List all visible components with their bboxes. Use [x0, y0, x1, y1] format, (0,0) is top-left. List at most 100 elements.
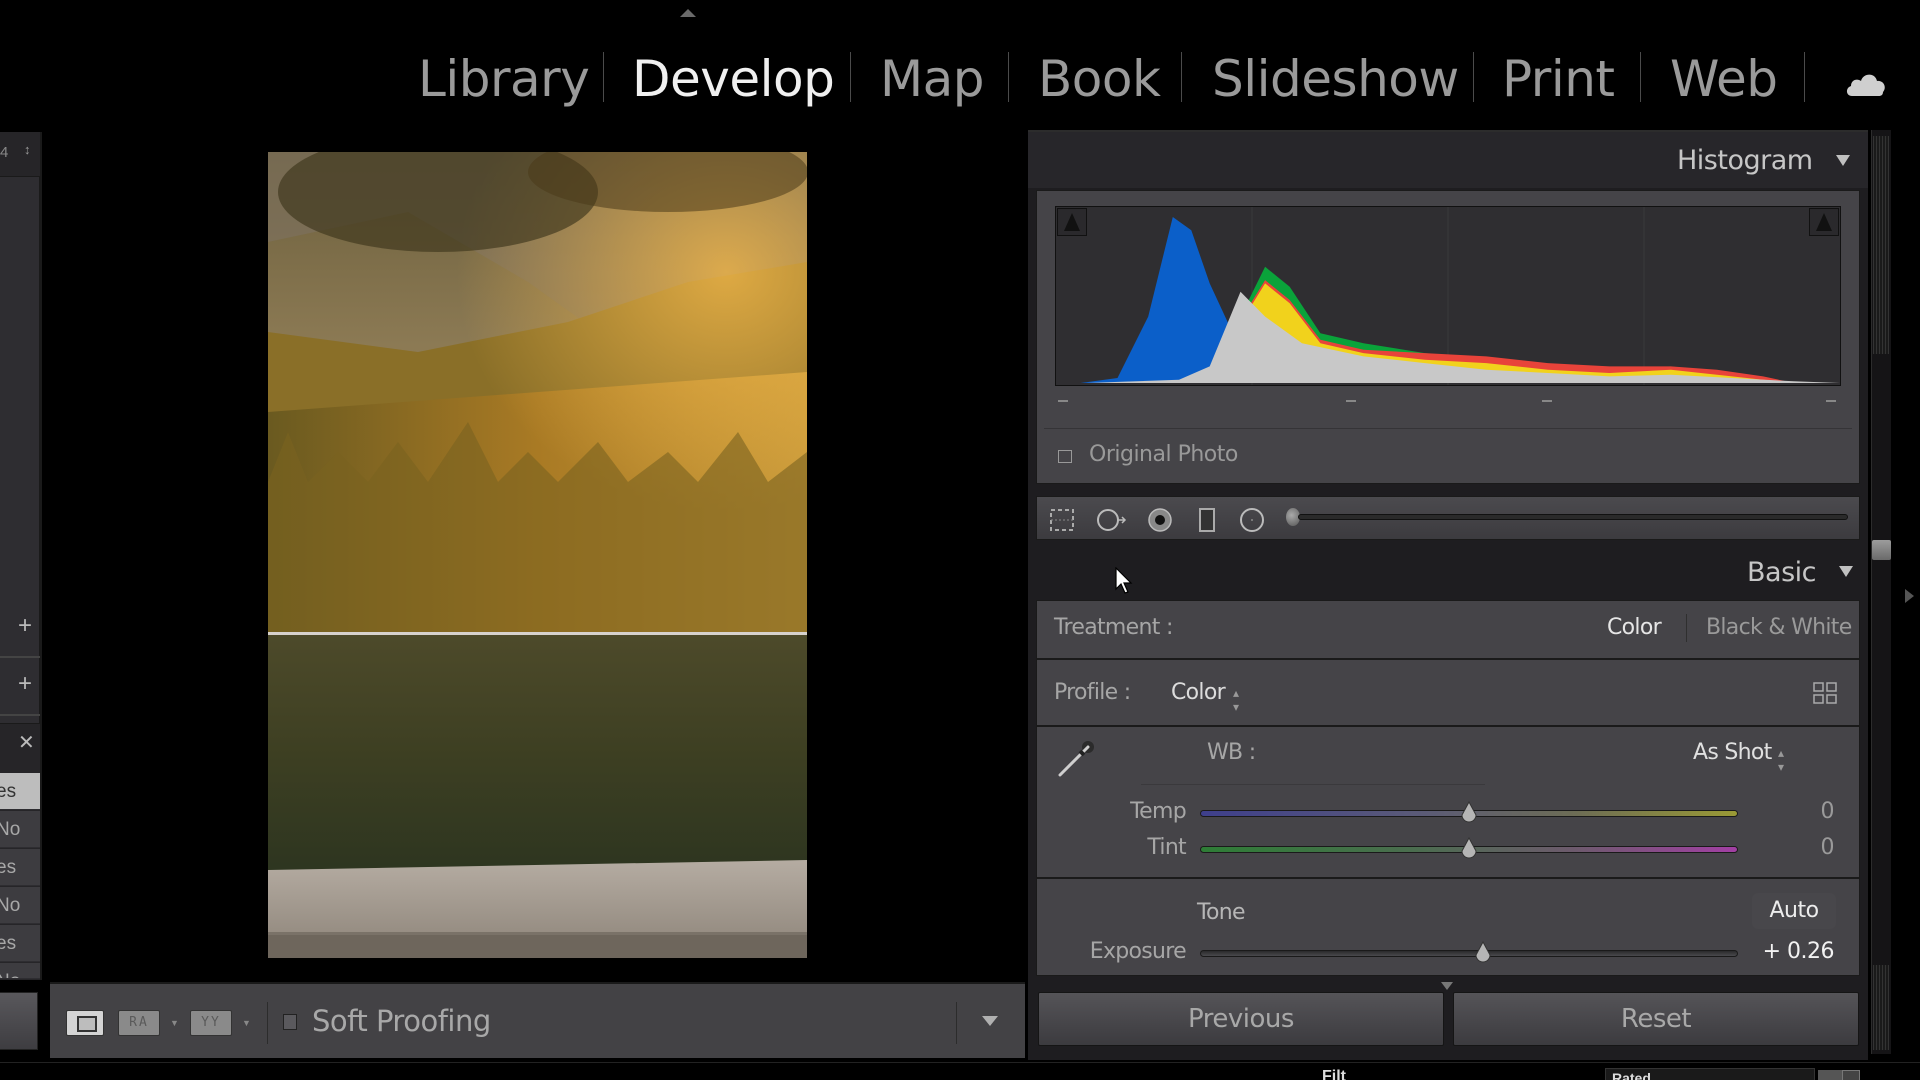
mouse-cursor-icon [1115, 567, 1133, 594]
soft-proofing-checkbox[interactable] [283, 1014, 297, 1030]
temp-value[interactable]: 0 [1714, 799, 1835, 824]
adjustment-brush-slider[interactable] [1298, 514, 1848, 520]
list-item[interactable]: No [0, 963, 40, 979]
left-panel-header-row: 4 ↕ [0, 132, 42, 172]
list-item[interactable]: es [0, 925, 40, 962]
close-icon[interactable]: ✕ [18, 730, 35, 755]
tint-slider-thumb[interactable] [1460, 837, 1478, 861]
filter-select-arrow[interactable] [1818, 1070, 1842, 1080]
exposure-value[interactable]: + 0.26 [1714, 939, 1835, 964]
develop-toolbar: RA ▼ YY ▼ Soft Proofing [50, 982, 1025, 1058]
before-after-swap-button[interactable]: YY [190, 1010, 232, 1036]
spot-removal-icon[interactable] [1095, 507, 1129, 533]
module-separator [1804, 52, 1805, 102]
red-eye-correction-icon[interactable] [1147, 507, 1173, 533]
list-item[interactable]: No [0, 887, 40, 924]
exposure-label: Exposure [1089, 939, 1187, 964]
exposure-slider[interactable] [1200, 950, 1738, 957]
plus-icon[interactable]: + [18, 670, 32, 698]
treatment-bw-option[interactable]: Black & White [1706, 615, 1852, 640]
histogram-tick [1346, 400, 1356, 402]
module-web[interactable]: Web [1670, 46, 1778, 112]
crop-overlay-icon[interactable] [1049, 507, 1075, 533]
exposure-slider-thumb[interactable] [1474, 941, 1492, 965]
up-down-spinner-icon[interactable]: ↕ [24, 142, 31, 157]
list-item[interactable]: es [0, 773, 40, 810]
highlight-clipping-toggle[interactable] [1809, 208, 1839, 236]
treatment-color-option[interactable]: Color [1607, 615, 1662, 640]
wb-label: WB : [1207, 740, 1256, 765]
divider [956, 1002, 957, 1044]
collapse-arrow-icon[interactable] [1839, 566, 1853, 577]
left-panel-count: 4 [0, 144, 9, 161]
before-after-left-right-button[interactable]: RA [118, 1010, 160, 1036]
divider [267, 1002, 268, 1044]
soft-proofing-label[interactable]: Soft Proofing [312, 1004, 491, 1038]
basic-panel-header[interactable] [1028, 544, 1868, 598]
list-item[interactable]: es [0, 849, 40, 886]
module-book[interactable]: Book [1038, 46, 1161, 112]
module-print[interactable]: Print [1502, 46, 1615, 112]
profile-row [1036, 659, 1860, 726]
tint-value[interactable]: 0 [1714, 835, 1835, 860]
profile-select[interactable]: Color [1171, 680, 1226, 705]
module-separator [603, 52, 604, 102]
tone-label: Tone [1197, 900, 1246, 925]
temp-slider-thumb[interactable] [1460, 801, 1478, 825]
module-separator [1181, 52, 1182, 102]
histogram-tick [1542, 400, 1552, 402]
left-panel-button[interactable] [0, 992, 38, 1050]
module-separator [1473, 52, 1474, 102]
module-slideshow[interactable]: Slideshow [1212, 46, 1459, 112]
module-separator [1640, 52, 1641, 102]
basic-panel-title[interactable]: Basic [1747, 557, 1816, 588]
plus-icon[interactable]: + [18, 612, 32, 640]
divider [0, 656, 40, 658]
divider [1044, 428, 1852, 429]
original-photo-label[interactable]: Original Photo [1089, 442, 1238, 467]
filter-select-value[interactable]: Rated [1612, 1070, 1651, 1080]
collapse-arrow-icon[interactable] [1836, 155, 1850, 166]
list-item[interactable]: No [0, 811, 40, 848]
module-develop[interactable]: Develop [632, 46, 835, 112]
histogram-svg [1080, 207, 1840, 385]
toolbar-menu-arrow-icon[interactable] [982, 1016, 998, 1026]
profile-label: Profile : [1054, 680, 1131, 705]
histogram-tick [1058, 400, 1068, 402]
divider [0, 714, 40, 716]
reset-button[interactable]: Reset [1453, 992, 1859, 1046]
module-map[interactable]: Map [880, 46, 985, 112]
histogram-title[interactable]: Histogram [1677, 145, 1813, 176]
divider [1141, 784, 1485, 785]
chevron-down-icon[interactable]: ▼ [170, 1018, 179, 1028]
loupe-view-icon[interactable] [66, 1010, 104, 1036]
histogram-series [1080, 217, 1840, 383]
photo-preview[interactable] [268, 152, 807, 958]
previous-button[interactable]: Previous [1038, 992, 1444, 1046]
panel-end-arrow-icon [1441, 982, 1453, 990]
divider [1686, 614, 1687, 642]
up-down-spinner-icon[interactable]: ▴ ▾ [1233, 686, 1239, 714]
scrollbar-thumb[interactable] [1872, 540, 1891, 560]
module-separator [850, 52, 851, 102]
profile-browser-grid-icon[interactable] [1813, 682, 1837, 704]
graduated-filter-icon[interactable] [1194, 507, 1220, 533]
module-library[interactable]: Library [418, 46, 590, 112]
original-photo-checkbox[interactable] [1058, 450, 1072, 463]
up-down-spinner-icon[interactable]: ▴ ▾ [1778, 746, 1784, 774]
filter-toggle-switch[interactable] [1842, 1070, 1860, 1080]
shadow-clipping-toggle[interactable] [1057, 208, 1087, 236]
filter-label: Filt [1322, 1068, 1346, 1080]
temp-label: Temp [1130, 799, 1187, 824]
eyedropper-icon[interactable] [1054, 735, 1098, 779]
left-panel-list[interactable] [0, 176, 40, 724]
auto-tone-button[interactable]: Auto [1752, 893, 1836, 929]
chevron-down-icon[interactable]: ▼ [242, 1018, 251, 1028]
histogram-chart[interactable] [1055, 206, 1841, 386]
cloud-icon[interactable] [1844, 68, 1888, 98]
triangle-up-icon[interactable] [680, 9, 696, 17]
radial-filter-icon[interactable] [1239, 507, 1265, 533]
scrollbar-grip [1873, 965, 1889, 1050]
wb-select[interactable]: As Shot [1693, 740, 1772, 765]
expand-right-panel-icon[interactable] [1905, 589, 1914, 603]
